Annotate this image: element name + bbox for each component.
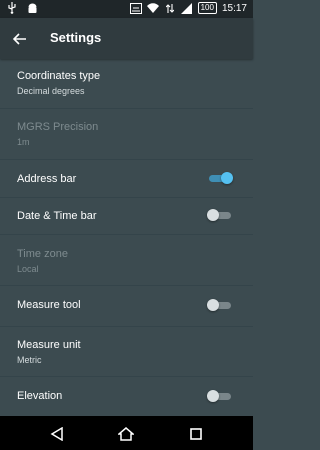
measure-tool-toggle[interactable] [207, 299, 233, 311]
setting-mgrs-precision: MGRS Precision 1m [0, 109, 253, 160]
setting-label: Measure unit [17, 339, 81, 351]
setting-measure-tool[interactable]: Measure tool [0, 286, 253, 327]
signal-icon [181, 2, 193, 14]
clock: 15:17 [221, 2, 247, 14]
date-time-bar-toggle[interactable] [207, 209, 233, 221]
setting-measure-unit[interactable]: Measure unit Metric [0, 327, 253, 377]
cast-icon [129, 2, 142, 14]
arrow-back-icon[interactable] [9, 28, 31, 50]
setting-value: 1m [17, 137, 30, 147]
wifi-icon [146, 2, 159, 14]
setting-label: Measure tool [17, 299, 81, 311]
android-icon [26, 2, 38, 14]
battery-icon: 100 [197, 2, 217, 14]
setting-elevation[interactable]: Elevation [0, 377, 253, 417]
setting-date-time-bar[interactable]: Date & Time bar [0, 198, 253, 235]
back-triangle-icon[interactable] [48, 425, 66, 443]
setting-label: MGRS Precision [17, 121, 99, 133]
status-bar: 100 15:17 [0, 0, 253, 18]
home-icon[interactable] [117, 425, 135, 443]
setting-label: Time zone [17, 248, 68, 260]
data-icon [164, 2, 176, 14]
address-bar-toggle[interactable] [207, 172, 233, 184]
setting-time-zone: Time zone Local [0, 235, 253, 286]
recents-icon[interactable] [187, 425, 205, 443]
setting-address-bar[interactable]: Address bar [0, 160, 253, 198]
setting-label: Coordinates type [17, 70, 101, 82]
usb-icon [6, 2, 18, 14]
settings-list: Coordinates type Decimal degrees MGRS Pr… [0, 59, 253, 417]
setting-label: Address bar [17, 173, 77, 185]
elevation-toggle[interactable] [207, 390, 233, 402]
setting-coordinates-type[interactable]: Coordinates type Decimal degrees [0, 59, 253, 109]
navigation-bar [0, 416, 253, 450]
app-bar: Settings [0, 18, 253, 59]
setting-value: Decimal degrees [17, 86, 85, 96]
setting-label: Elevation [17, 390, 63, 402]
setting-value: Local [17, 264, 39, 274]
setting-label: Date & Time bar [17, 210, 97, 222]
setting-value: Metric [17, 355, 42, 365]
page-title: Settings [50, 30, 102, 45]
